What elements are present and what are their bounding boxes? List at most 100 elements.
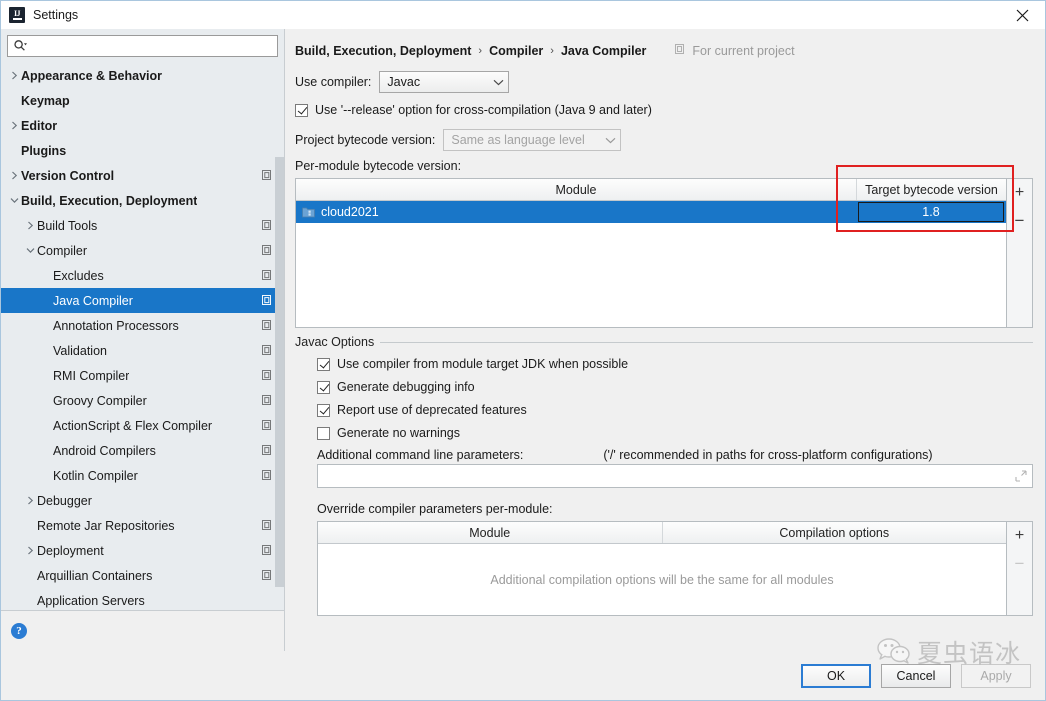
module-name-text: cloud2021 bbox=[321, 205, 379, 219]
sidebar-item-version-control[interactable]: Version Control bbox=[1, 163, 284, 188]
sidebar-item-plugins[interactable]: Plugins bbox=[1, 138, 284, 163]
javac-options-group: Javac Options Use compiler from module t… bbox=[295, 335, 1033, 488]
chevron-right-icon[interactable] bbox=[23, 496, 37, 505]
remove-override-button: − bbox=[1014, 553, 1025, 573]
sidebar-item-java-compiler[interactable]: Java Compiler bbox=[1, 288, 284, 313]
copy-icon[interactable] bbox=[262, 419, 274, 432]
settings-tree[interactable]: Appearance & Behavior Keymap Editor Plugins… bbox=[1, 61, 284, 610]
table-row[interactable]: cloud2021 1.8 bbox=[296, 201, 1006, 223]
sidebar-item-deployment[interactable]: Deployment bbox=[1, 538, 284, 563]
generate-no-warnings-checkbox[interactable] bbox=[317, 426, 330, 440]
sidebar-item-remote-jar-repositories[interactable]: Remote Jar Repositories bbox=[1, 513, 284, 538]
override-table-body: Additional compilation options will be t… bbox=[318, 544, 1006, 615]
sidebar-item-compiler[interactable]: Compiler bbox=[1, 238, 284, 263]
breadcrumb-item-1[interactable]: Compiler bbox=[489, 44, 543, 58]
copy-icon[interactable] bbox=[262, 394, 274, 407]
cell-module-name[interactable]: cloud2021 bbox=[296, 201, 856, 223]
sidebar-item-annotation-processors[interactable]: Annotation Processors bbox=[1, 313, 284, 338]
chevron-down-icon[interactable] bbox=[7, 196, 21, 205]
release-option-checkbox[interactable] bbox=[295, 103, 308, 117]
per-module-bytecode-label: Per-module bytecode version: bbox=[295, 159, 462, 173]
chevron-right-icon[interactable] bbox=[7, 171, 21, 180]
release-option-label: Use '--release' option for cross-compila… bbox=[315, 103, 652, 117]
settings-sidebar: Appearance & Behavior Keymap Editor Plugins… bbox=[1, 29, 285, 651]
sidebar-item-appearance-behavior[interactable]: Appearance & Behavior bbox=[1, 63, 284, 88]
copy-icon[interactable] bbox=[262, 319, 274, 332]
sidebar-item-excludes[interactable]: Excludes bbox=[1, 263, 284, 288]
chevron-right-icon[interactable] bbox=[7, 71, 21, 80]
remove-module-button[interactable]: − bbox=[1011, 211, 1029, 229]
sidebar-item-android-compilers[interactable]: Android Compilers bbox=[1, 438, 284, 463]
report-deprecated-checkbox[interactable] bbox=[317, 403, 330, 417]
copy-icon[interactable] bbox=[262, 169, 274, 182]
copy-icon[interactable] bbox=[262, 519, 274, 532]
breadcrumb-item-0[interactable]: Build, Execution, Deployment bbox=[295, 44, 471, 58]
expand-icon[interactable] bbox=[1015, 470, 1027, 482]
sidebar-item-groovy-compiler[interactable]: Groovy Compiler bbox=[1, 388, 284, 413]
cancel-button[interactable]: Cancel bbox=[881, 664, 951, 688]
add-override-button[interactable]: + bbox=[1011, 527, 1029, 545]
chevron-down-icon[interactable] bbox=[23, 246, 37, 255]
use-compiler-select[interactable]: Javac bbox=[379, 71, 510, 93]
copy-icon[interactable] bbox=[262, 569, 274, 582]
sidebar-item-label: ActionScript & Flex Compiler bbox=[53, 418, 213, 433]
sidebar-item-arquillian-containers[interactable]: Arquillian Containers bbox=[1, 563, 284, 588]
copy-icon[interactable] bbox=[262, 469, 274, 482]
copy-icon[interactable] bbox=[262, 219, 274, 232]
use-module-jdk-label: Use compiler from module target JDK when… bbox=[337, 357, 629, 371]
sidebar-scrollbar-thumb[interactable] bbox=[275, 157, 284, 587]
scope-label: For current project bbox=[692, 44, 795, 58]
sidebar-scrollbar[interactable] bbox=[275, 61, 284, 611]
copy-icon[interactable] bbox=[262, 444, 274, 457]
chevron-right-icon[interactable] bbox=[23, 221, 37, 230]
column-header-module[interactable]: Module bbox=[318, 522, 662, 543]
cell-target-bytecode[interactable]: 1.8 bbox=[856, 201, 1006, 223]
chevron-down-icon bbox=[493, 75, 504, 89]
javac-checkbox-row-0[interactable]: Use compiler from module target JDK when… bbox=[317, 357, 1033, 371]
module-bytecode-table: Module Target bytecode version cloud2021… bbox=[295, 178, 1007, 328]
javac-checkbox-row-1[interactable]: Generate debugging info bbox=[317, 380, 1033, 394]
chevron-right-icon[interactable] bbox=[7, 121, 21, 130]
breadcrumb: Build, Execution, Deployment › Compiler … bbox=[295, 29, 1033, 67]
search-area bbox=[1, 29, 284, 61]
sidebar-item-build-tools[interactable]: Build Tools bbox=[1, 213, 284, 238]
ok-button[interactable]: OK bbox=[801, 664, 871, 688]
help-icon[interactable]: ? bbox=[11, 623, 27, 639]
copy-icon[interactable] bbox=[262, 544, 274, 557]
copy-icon[interactable] bbox=[262, 369, 274, 382]
sidebar-item-editor[interactable]: Editor bbox=[1, 113, 284, 138]
sidebar-item-kotlin-compiler[interactable]: Kotlin Compiler bbox=[1, 463, 284, 488]
sidebar-item-keymap[interactable]: Keymap bbox=[1, 88, 284, 113]
search-icon bbox=[13, 39, 27, 53]
chevron-right-icon[interactable] bbox=[23, 546, 37, 555]
search-input[interactable] bbox=[27, 35, 277, 57]
column-header-compilation-options[interactable]: Compilation options bbox=[661, 522, 1007, 543]
javac-checkbox-row-2[interactable]: Report use of deprecated features bbox=[317, 403, 1033, 417]
column-header-target-bytecode[interactable]: Target bytecode version bbox=[856, 179, 1006, 200]
copy-icon[interactable] bbox=[262, 294, 274, 307]
use-module-jdk-checkbox[interactable] bbox=[317, 357, 330, 371]
sidebar-item-actionscript-flex-compiler[interactable]: ActionScript & Flex Compiler bbox=[1, 413, 284, 438]
copy-icon[interactable] bbox=[262, 269, 274, 282]
sidebar-item-rmi-compiler[interactable]: RMI Compiler bbox=[1, 363, 284, 388]
target-bytecode-editor[interactable]: 1.8 bbox=[858, 202, 1004, 222]
copy-icon bbox=[675, 43, 687, 59]
sidebar-item-label: Java Compiler bbox=[53, 293, 133, 308]
search-box[interactable] bbox=[7, 35, 278, 57]
additional-params-input[interactable] bbox=[318, 465, 1015, 487]
javac-checkbox-row-3[interactable]: Generate no warnings bbox=[317, 426, 1033, 440]
copy-icon[interactable] bbox=[262, 344, 274, 357]
copy-icon[interactable] bbox=[262, 244, 274, 257]
sidebar-item-build-execution-deployment[interactable]: Build, Execution, Deployment bbox=[1, 188, 284, 213]
add-module-button[interactable]: + bbox=[1011, 184, 1029, 202]
sidebar-item-application-servers[interactable]: Application Servers bbox=[1, 588, 284, 610]
generate-debugging-info-checkbox[interactable] bbox=[317, 380, 330, 394]
project-bytecode-select[interactable]: Same as language level bbox=[443, 129, 622, 151]
sidebar-item-debugger[interactable]: Debugger bbox=[1, 488, 284, 513]
sidebar-item-validation[interactable]: Validation bbox=[1, 338, 284, 363]
column-header-module[interactable]: Module bbox=[296, 179, 856, 200]
close-icon[interactable] bbox=[1000, 1, 1045, 29]
project-bytecode-value: Same as language level bbox=[451, 133, 585, 147]
additional-params-input-wrap[interactable] bbox=[317, 464, 1033, 488]
release-option-row[interactable]: Use '--release' option for cross-compila… bbox=[295, 103, 1033, 117]
